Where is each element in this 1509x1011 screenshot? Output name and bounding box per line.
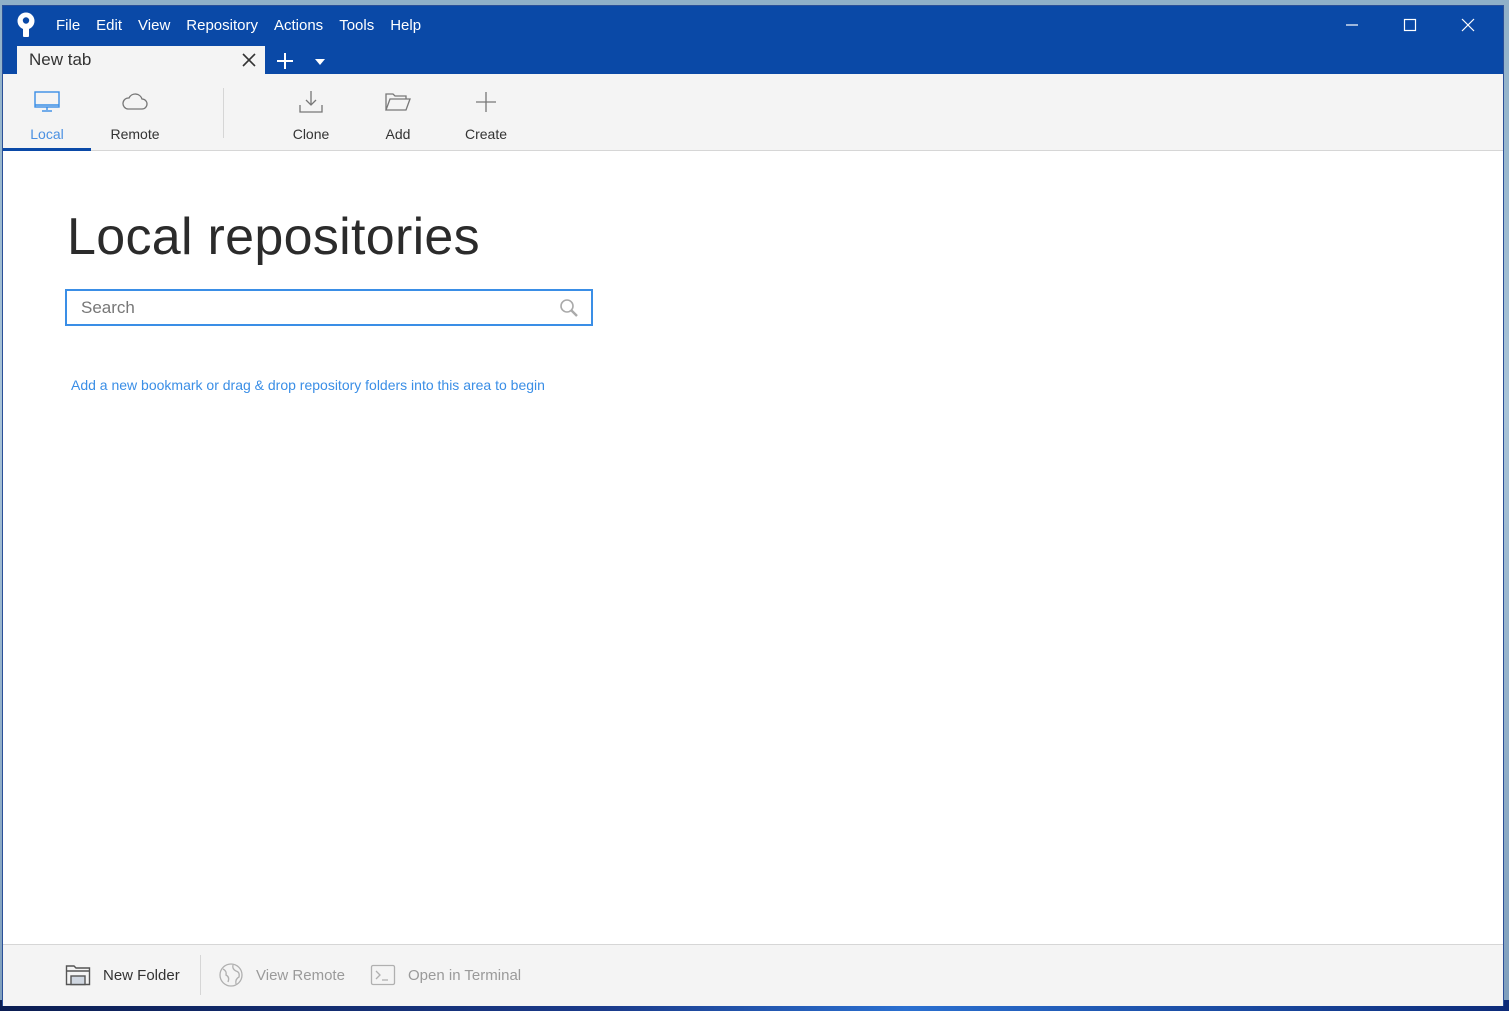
local-view-button[interactable]: Local <box>3 74 91 151</box>
close-icon <box>242 53 256 67</box>
remote-view-button[interactable]: Remote <box>91 74 179 150</box>
toolbar: Local Remote Clone Add Create <box>3 74 1503 151</box>
menu-tools[interactable]: Tools <box>331 15 382 36</box>
folder-open-icon <box>385 93 411 111</box>
new-folder-label: New Folder <box>103 966 180 984</box>
search-box[interactable] <box>65 289 593 326</box>
clone-button[interactable]: Clone <box>273 74 349 150</box>
add-label: Add <box>385 126 411 142</box>
clone-label: Clone <box>292 126 330 142</box>
menu-edit[interactable]: Edit <box>88 15 130 36</box>
page-title: Local repositories <box>67 208 480 266</box>
menu-actions[interactable]: Actions <box>266 15 331 36</box>
repository-list-area[interactable]: Local repositories Add a new bookmark or… <box>3 151 1503 944</box>
sourcetree-logo-icon <box>17 12 35 37</box>
local-label: Local <box>30 126 64 142</box>
tab-new-tab[interactable]: New tab <box>17 46 265 74</box>
maximize-icon <box>1403 18 1417 32</box>
close-icon <box>1461 18 1475 32</box>
app-window: File Edit View Repository Actions Tools … <box>3 6 1503 1006</box>
add-button[interactable]: Add <box>360 74 436 150</box>
tab-list-dropdown[interactable] <box>310 54 330 70</box>
tab-label: New tab <box>29 50 92 69</box>
new-folder-button[interactable]: New Folder <box>65 959 180 991</box>
maximize-button[interactable] <box>1387 10 1433 40</box>
view-remote-label: View Remote <box>256 966 345 984</box>
view-remote-button[interactable]: View Remote <box>218 959 345 991</box>
download-icon <box>299 91 323 113</box>
toolbar-divider <box>223 88 224 138</box>
plus-icon <box>277 53 293 69</box>
cloud-icon <box>122 93 148 110</box>
open-in-terminal-button[interactable]: Open in Terminal <box>370 959 521 991</box>
open-in-terminal-label: Open in Terminal <box>408 966 522 984</box>
minimize-button[interactable] <box>1329 10 1375 40</box>
new-folder-icon <box>65 965 91 986</box>
search-input[interactable] <box>67 290 559 325</box>
create-button[interactable]: Create <box>448 74 524 150</box>
remote-label: Remote <box>110 126 160 142</box>
statusbar-divider <box>200 955 201 995</box>
plus-icon <box>476 92 496 112</box>
minimize-icon <box>1346 24 1358 26</box>
create-label: Create <box>464 126 508 142</box>
add-bookmark-hint-link[interactable]: Add a new bookmark or drag & drop reposi… <box>71 377 545 393</box>
monitor-icon <box>34 91 60 112</box>
menu-view[interactable]: View <box>130 15 178 36</box>
menu-file[interactable]: File <box>48 15 88 36</box>
title-bar: File Edit View Repository Actions Tools … <box>3 6 1503 74</box>
menu-help[interactable]: Help <box>382 15 429 36</box>
terminal-icon <box>370 964 396 986</box>
search-icon <box>559 297 581 319</box>
new-tab-button[interactable] <box>273 49 297 73</box>
menu-repository[interactable]: Repository <box>178 15 266 36</box>
globe-icon <box>219 963 243 987</box>
caret-down-icon <box>315 59 325 65</box>
bottom-toolbar: New Folder View Remote Open in Terminal <box>3 944 1503 1006</box>
tab-close-button[interactable] <box>237 48 261 72</box>
menu-bar: File Edit View Repository Actions Tools … <box>48 15 429 36</box>
close-window-button[interactable] <box>1445 10 1491 40</box>
